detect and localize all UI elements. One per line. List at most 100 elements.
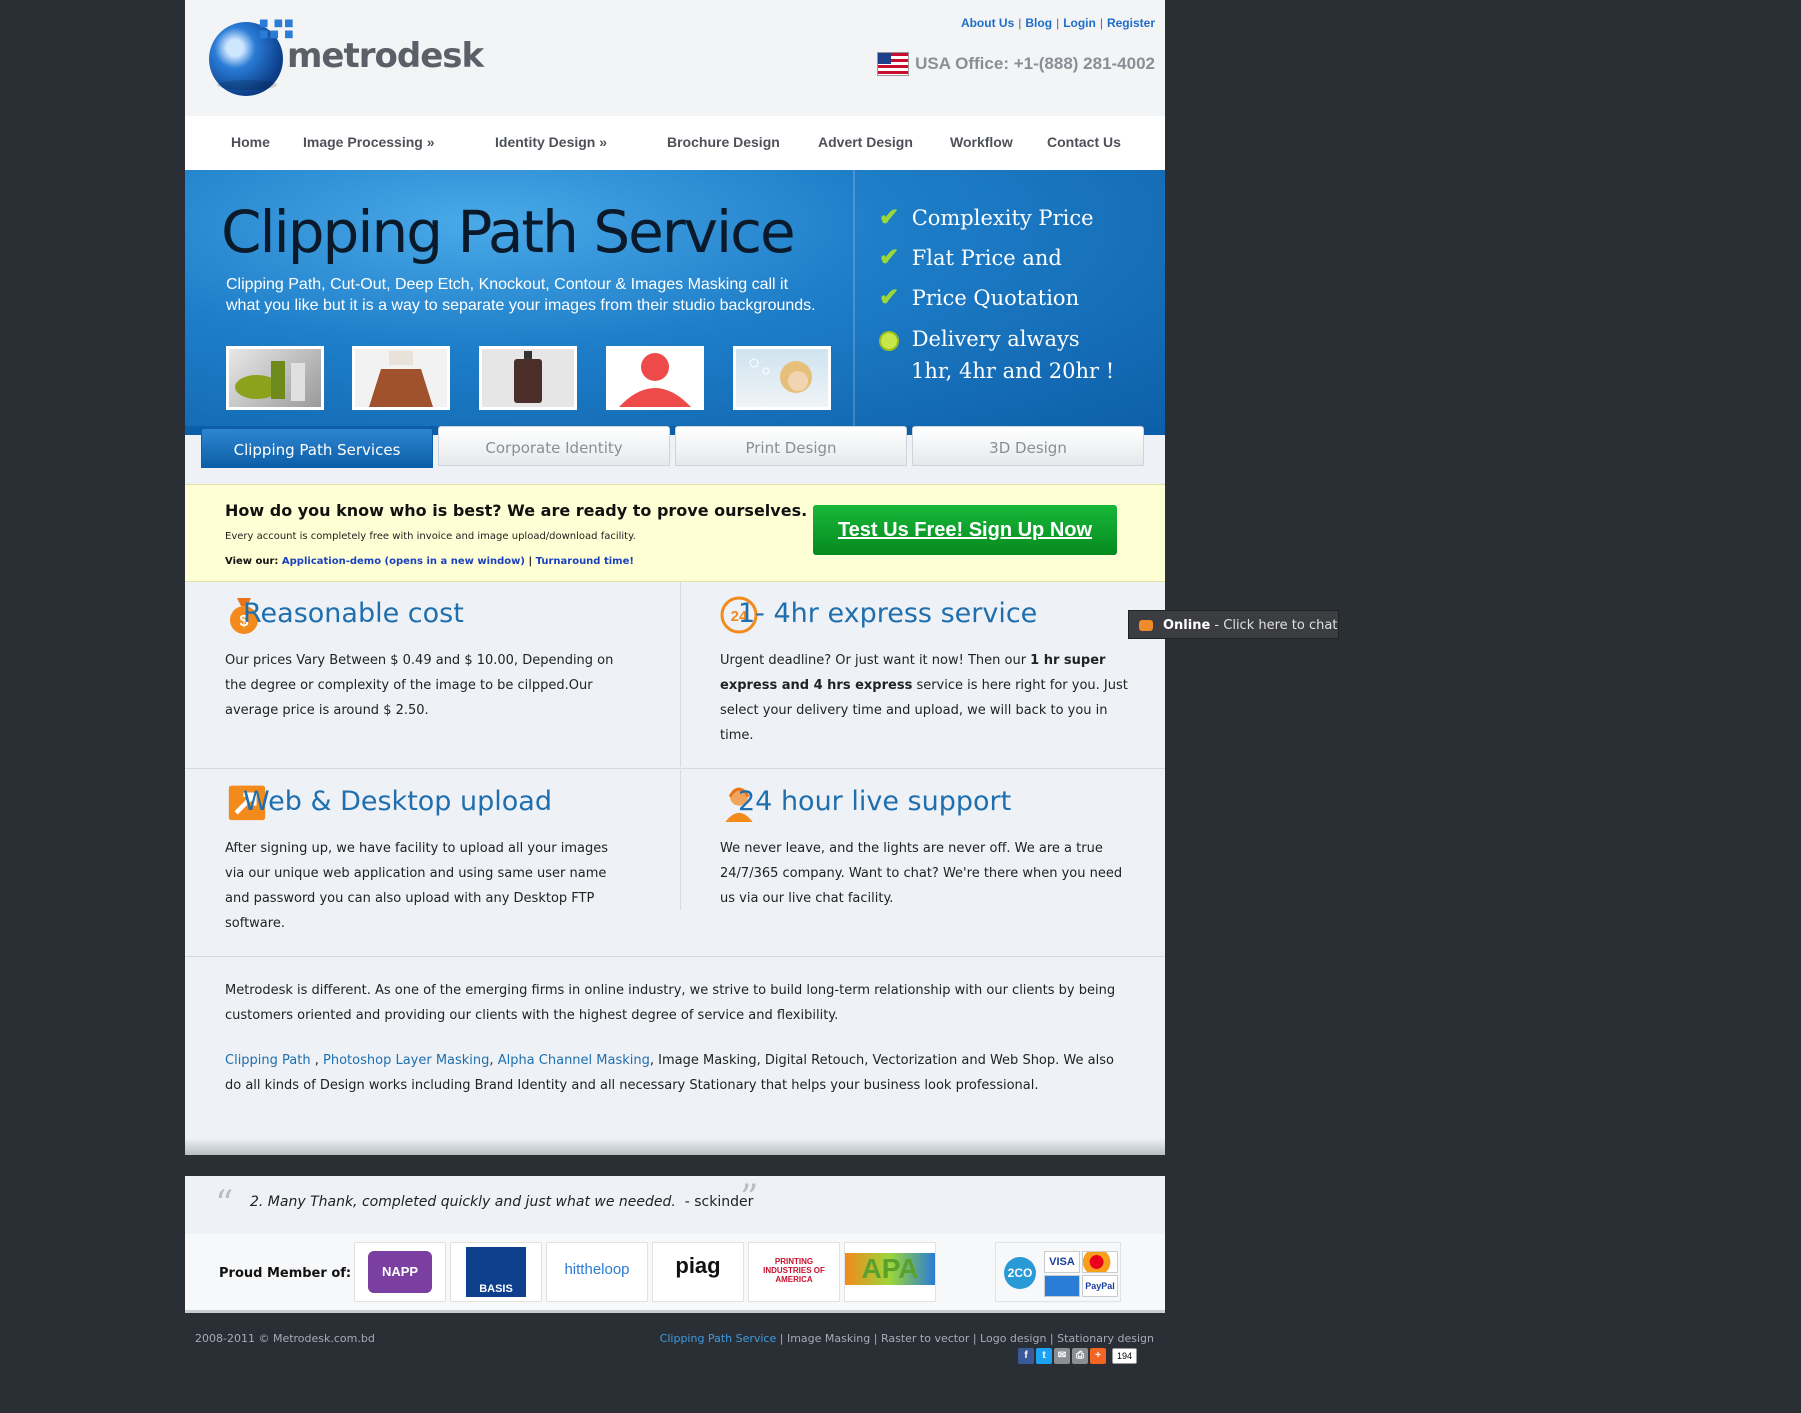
addthis-plus-icon[interactable]: + xyxy=(1090,1348,1106,1364)
amex-icon xyxy=(1044,1275,1080,1297)
piag-logo: piag xyxy=(675,1253,721,1278)
about-us-link[interactable]: About Us xyxy=(961,16,1014,30)
logo[interactable]: ■ ■■ ■■ ■ metrodesk xyxy=(209,18,484,102)
hero-description: Clipping Path, Cut-Out, Deep Etch, Knock… xyxy=(226,276,816,314)
about-paragraph: Metrodesk is different. As one of the em… xyxy=(225,983,1116,1023)
share-bar: f t ✉ ⎙ + 194 xyxy=(1018,1348,1138,1364)
feature-body: Our prices Vary Between $ 0.49 and $ 10.… xyxy=(225,653,614,718)
nav-home[interactable]: Home xyxy=(231,134,270,150)
benefit-label: Flat Price and xyxy=(911,246,1062,270)
woman-mask-image xyxy=(619,353,691,407)
footer-links: Clipping Path Service | Image Masking | … xyxy=(634,1332,1154,1345)
chat-label: - Click here to chat xyxy=(1210,618,1338,633)
nav-advert-design[interactable]: Advert Design xyxy=(818,134,913,150)
promo-links: View our: Application-demo (opens in a n… xyxy=(225,556,634,567)
mastercard-icon xyxy=(1082,1251,1118,1273)
footer-clipping-path-link[interactable]: Clipping Path Service xyxy=(660,1332,777,1345)
signup-button[interactable]: Test Us Free! Sign Up Now xyxy=(813,505,1117,555)
header: ■ ■■ ■■ ■ metrodesk About Us | Blog | Login | R… xyxy=(185,0,1165,116)
feature-express-service: 24 1- 4hr express service Urgent deadlin… xyxy=(680,580,1128,765)
feature-title: Web & Desktop upload xyxy=(243,786,552,817)
turnaround-link[interactable]: Turnaround time! xyxy=(536,556,634,567)
nav-workflow[interactable]: Workflow xyxy=(950,134,1013,150)
napp-logo: NAPP xyxy=(368,1251,432,1293)
live-chat-button[interactable]: Online - Click here to chat xyxy=(1128,610,1339,639)
print-icon[interactable]: ⎙ xyxy=(1072,1348,1088,1364)
top-links: About Us | Blog | Login | Register xyxy=(960,16,1155,30)
layer-masking-link[interactable]: Photoshop Layer Masking xyxy=(323,1053,489,1068)
row-divider xyxy=(185,956,1165,957)
application-demo-link[interactable]: Application-demo (opens in a new window) xyxy=(282,556,525,567)
benefit-delivery: Delivery always xyxy=(879,327,1080,351)
2co-icon: 2CO xyxy=(1004,1257,1036,1289)
basis-logo: BASIS xyxy=(466,1247,526,1297)
promo-heading: How do you know who is best? We are read… xyxy=(225,501,808,520)
body-text: Urgent deadline? Or just want it now! Th… xyxy=(720,653,1031,668)
feature-web-desktop-upload: Web & Desktop upload After signing up, w… xyxy=(185,768,625,953)
benefit-label: Complexity Price xyxy=(911,206,1094,230)
logo-text: metrodesk xyxy=(287,36,484,76)
nav-brochure-design[interactable]: Brochure Design xyxy=(667,134,780,150)
printing-industries-badge[interactable]: PRINTING INDUSTRIES OF AMERICA xyxy=(748,1242,840,1302)
nav-identity-design[interactable]: Identity Design » xyxy=(495,134,607,150)
nav-contact-us[interactable]: Contact Us xyxy=(1047,134,1121,150)
apa-logo: APA xyxy=(845,1253,935,1285)
facebook-icon[interactable]: f xyxy=(1018,1348,1034,1364)
members-label: Proud Member of: xyxy=(219,1266,352,1281)
testimonial-text: 2. Many Thank, completed quickly and jus… xyxy=(250,1194,753,1210)
chat-bubble-icon xyxy=(1139,620,1153,631)
email-icon[interactable]: ✉ xyxy=(1054,1348,1070,1364)
promo-subtext: Every account is completely free with in… xyxy=(225,531,636,542)
chat-status: Online xyxy=(1163,618,1211,633)
blog-link[interactable]: Blog xyxy=(1025,16,1052,30)
hero-banner: Clipping Path Service Clipping Path, Cut… xyxy=(185,170,1165,435)
apa-badge[interactable]: APA xyxy=(844,1242,936,1302)
pia-logo: PRINTING INDUSTRIES OF AMERICA xyxy=(763,1257,825,1284)
register-link[interactable]: Register xyxy=(1107,16,1155,30)
twitter-icon[interactable]: t xyxy=(1036,1348,1052,1364)
services-paragraph: Clipping Path , Photoshop Layer Masking,… xyxy=(225,1053,1114,1093)
benefit-flat: ✔ Flat Price and xyxy=(879,242,1062,271)
hittheloop-badge[interactable]: hittheloop xyxy=(546,1242,648,1302)
nav-image-processing[interactable]: Image Processing » xyxy=(303,134,435,150)
page-container: ■ ■■ ■■ ■ metrodesk About Us | Blog | Login | R… xyxy=(185,0,1165,1155)
benefit-label: Price Quotation xyxy=(911,286,1080,310)
benefit-delivery-times: 1hr, 4hr and 20hr ! xyxy=(911,359,1115,383)
promo-banner: How do you know who is best? We are read… xyxy=(185,484,1165,582)
login-link[interactable]: Login xyxy=(1063,16,1096,30)
feature-title: Reasonable cost xyxy=(243,598,464,629)
tab-corporate-identity[interactable]: Corporate Identity xyxy=(438,426,670,466)
feature-reasonable-cost: $ Reasonable cost Our prices Vary Betwee… xyxy=(185,580,625,765)
clipping-path-link[interactable]: Clipping Path xyxy=(225,1053,311,1068)
checkmark-icon: ✔ xyxy=(879,202,900,231)
thumbnail-woman-bubbles[interactable] xyxy=(733,346,831,410)
copyright: 2008-2011 © Metrodesk.com.bd xyxy=(195,1332,375,1345)
page-bottom-shadow xyxy=(185,1138,1165,1155)
payment-badges: 2CO VISA PayPal xyxy=(995,1242,1121,1302)
feature-body: Urgent deadline? Or just want it now! Th… xyxy=(720,648,1130,748)
thumbnail-luggage[interactable] xyxy=(479,346,577,410)
thumbnail-woman-masked[interactable] xyxy=(606,346,704,410)
hero-title: Clipping Path Service xyxy=(221,198,796,266)
open-quote-icon: “ xyxy=(215,1184,234,1225)
visa-icon: VISA xyxy=(1044,1251,1080,1273)
feature-body: After signing up, we have facility to up… xyxy=(225,841,608,931)
tab-clipping-path-services[interactable]: Clipping Path Services xyxy=(201,428,433,468)
us-flag-icon xyxy=(877,52,910,76)
napp-badge[interactable]: NAPP xyxy=(354,1242,446,1302)
alpha-masking-link[interactable]: Alpha Channel Masking xyxy=(498,1053,650,1068)
clock-icon xyxy=(879,330,899,351)
hittheloop-logo: hittheloop xyxy=(564,1261,630,1278)
footer-links-text[interactable]: | Image Masking | Raster to vector | Log… xyxy=(776,1332,1154,1345)
hero-divider xyxy=(853,170,855,435)
tab-print-design[interactable]: Print Design xyxy=(675,426,907,466)
thumbnail-blouse[interactable] xyxy=(352,346,450,410)
testimonial: “ 2. Many Thank, completed quickly and j… xyxy=(185,1176,1165,1234)
quote-text: 2. Many Thank, completed quickly and jus… xyxy=(250,1194,676,1210)
tab-3d-design[interactable]: 3D Design xyxy=(912,426,1144,466)
piag-badge[interactable]: piag xyxy=(652,1242,744,1302)
basis-badge[interactable]: BASIS xyxy=(450,1242,542,1302)
thumbnail-bowls[interactable] xyxy=(226,346,324,410)
basis-logo-text: BASIS xyxy=(479,1283,513,1295)
paypal-icon: PayPal xyxy=(1082,1275,1118,1297)
